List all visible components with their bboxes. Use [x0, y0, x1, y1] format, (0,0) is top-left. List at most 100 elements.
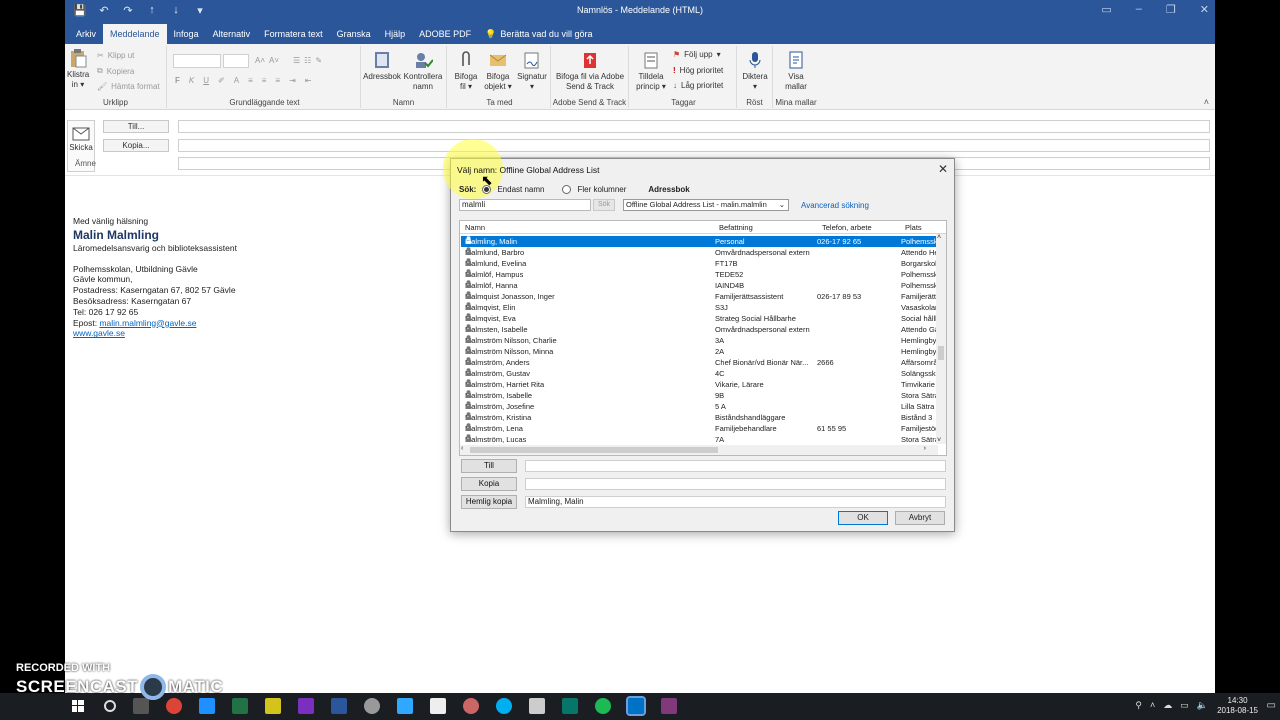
- scroll-right-icon[interactable]: ›: [924, 445, 926, 452]
- search-input[interactable]: malmli: [459, 199, 591, 211]
- list-item[interactable]: Malmlund, Evelina FT17B Borgarskolan: [461, 258, 936, 269]
- paste-button[interactable]: Klistra in ▾: [67, 48, 89, 90]
- cloud-icon[interactable]: ☁: [1163, 700, 1172, 711]
- chevron-up-icon[interactable]: ˄: [1150, 700, 1155, 711]
- dialog-cc-field[interactable]: [525, 478, 946, 490]
- close-icon[interactable]: ✕: [1200, 3, 1209, 16]
- vertical-scrollbar[interactable]: ˄ ˅: [936, 234, 946, 444]
- bullets-icon[interactable]: ☰: [293, 56, 300, 65]
- scroll-up-icon[interactable]: ˄: [937, 234, 941, 241]
- numbering-icon[interactable]: ☷: [304, 56, 311, 65]
- advanced-search-link[interactable]: Avancerad sökning: [801, 201, 869, 210]
- grow-font-icon[interactable]: A˄: [255, 56, 265, 65]
- underline-button[interactable]: U: [203, 76, 209, 85]
- check-names-button[interactable]: Kontrollera namn: [403, 50, 443, 92]
- copy-button[interactable]: ⧉ Kopiera: [97, 66, 134, 76]
- onenote-2-icon[interactable]: [661, 698, 677, 714]
- spotify-icon[interactable]: [595, 698, 611, 714]
- col-name[interactable]: Namn: [465, 223, 485, 232]
- list-item[interactable]: Malmsten, Isabelle Omvårdnadspersonal ext…: [461, 324, 936, 335]
- notifications-icon[interactable]: ▭: [1267, 700, 1276, 711]
- tab-message[interactable]: Meddelande: [103, 24, 167, 44]
- signature-button[interactable]: Signatur ▾: [515, 50, 549, 92]
- chrome-icon[interactable]: [166, 698, 182, 714]
- windows-start-icon[interactable]: [72, 700, 84, 712]
- adobe-send-track-button[interactable]: Bifoga fil via Adobe Send & Track: [553, 50, 627, 92]
- cut-button[interactable]: ✂ Klipp ut: [97, 51, 134, 60]
- paint-icon[interactable]: [463, 698, 479, 714]
- horizontal-scroll-thumb[interactable]: [470, 447, 718, 453]
- cancel-button[interactable]: Avbryt: [895, 511, 945, 525]
- col-phone[interactable]: Telefon, arbete: [822, 223, 872, 232]
- scroll-left-icon[interactable]: ‹: [461, 445, 463, 452]
- dialog-cc-button[interactable]: Kopia: [461, 477, 517, 491]
- vertical-scroll-thumb[interactable]: [938, 346, 944, 360]
- list-item[interactable]: Malmström, Lena Familjebehandlare 61 55 95…: [461, 423, 936, 434]
- dialog-to-button[interactable]: Till: [461, 459, 517, 473]
- list-item[interactable]: Malmström, Anders Chef Bionär/vd Bionär N…: [461, 357, 936, 368]
- list-item[interactable]: Malmquist Jonasson, Inger Familjerättsass…: [461, 291, 936, 302]
- camera-icon[interactable]: [364, 698, 380, 714]
- align-right-icon[interactable]: ≡: [275, 76, 280, 85]
- shrink-font-icon[interactable]: A˅: [269, 56, 279, 65]
- dialog-bcc-button[interactable]: Hemlig kopia: [461, 495, 517, 509]
- list-item[interactable]: Malmström Nilsson, Minna 2A Hemlingby: [461, 346, 936, 357]
- list-item[interactable]: Malmström, Josefine 5 A Lilla Sätra: [461, 401, 936, 412]
- search-icon[interactable]: [104, 700, 116, 712]
- radio-more-columns[interactable]: [562, 185, 572, 194]
- minimize-icon[interactable]: –: [1136, 3, 1142, 16]
- word-icon[interactable]: [331, 698, 347, 714]
- network-icon[interactable]: ▭: [1180, 700, 1189, 711]
- dialog-close-icon[interactable]: ✕: [938, 162, 948, 176]
- photoshop-icon[interactable]: [397, 698, 413, 714]
- list-item[interactable]: Malmling, Malin Personal 026-17 92 65 Polhe…: [461, 236, 936, 247]
- ok-button[interactable]: OK: [838, 511, 888, 525]
- edge-icon[interactable]: [199, 698, 215, 714]
- search-button[interactable]: Sök: [593, 199, 615, 211]
- list-item[interactable]: Malmström, Isabelle 9B Stora Sätra: [461, 390, 936, 401]
- low-priority-button[interactable]: ↓ Låg prioritet: [673, 81, 723, 90]
- attach-item-button[interactable]: Bifoga objekt ▾: [483, 50, 513, 92]
- outdent-icon[interactable]: ⇤: [305, 76, 312, 85]
- dialog-to-field[interactable]: [525, 460, 946, 472]
- skype-icon[interactable]: [496, 698, 512, 714]
- list-item[interactable]: Malmqvist, Elin S3J Vasaskolan: [461, 302, 936, 313]
- indent-icon[interactable]: ⇥: [289, 76, 296, 85]
- font-family-select[interactable]: [173, 54, 221, 68]
- list-item[interactable]: Malmström Nilsson, Charlie 3A Hemlingby: [461, 335, 936, 346]
- col-place[interactable]: Plats: [905, 223, 922, 232]
- list-item[interactable]: Malmström, Gustav 4C Solängsskolan: [461, 368, 936, 379]
- align-center-icon[interactable]: ≡: [262, 76, 267, 85]
- bold-button[interactable]: F: [175, 76, 180, 85]
- message-body[interactable]: Med vänlig hälsning Malin Malmling Lärom…: [73, 216, 237, 339]
- tab-options[interactable]: Alternativ: [206, 24, 258, 44]
- tab-format-text[interactable]: Formatera text: [257, 24, 330, 44]
- collapse-ribbon-icon[interactable]: ˄: [1204, 97, 1209, 107]
- font-size-select[interactable]: [223, 54, 249, 68]
- tab-review[interactable]: Granska: [330, 24, 378, 44]
- document-icon[interactable]: [430, 698, 446, 714]
- excel-icon[interactable]: [232, 698, 248, 714]
- dialog-bcc-field[interactable]: Malmling, Malin: [525, 496, 946, 508]
- to-button[interactable]: Till...: [103, 120, 169, 133]
- cc-field[interactable]: [178, 139, 1210, 152]
- col-title[interactable]: Befattning: [719, 223, 753, 232]
- onenote-icon[interactable]: [298, 698, 314, 714]
- horizontal-scrollbar[interactable]: ‹ ›: [460, 445, 938, 455]
- italic-button[interactable]: K: [189, 76, 194, 85]
- list-item[interactable]: Malmlund, Barbro Omvårdnadspersonal exter…: [461, 247, 936, 258]
- tab-help[interactable]: Hjälp: [378, 24, 413, 44]
- address-book-select[interactable]: Offline Global Address List - malin.malm…: [623, 199, 789, 211]
- outlook-icon[interactable]: [626, 696, 646, 716]
- to-field[interactable]: [178, 120, 1210, 133]
- ribbon-display-icon[interactable]: ▭: [1101, 3, 1111, 16]
- task-view-icon[interactable]: [133, 698, 149, 714]
- attach-file-button[interactable]: Bifoga fil ▾: [451, 50, 481, 92]
- calculator-icon[interactable]: [529, 698, 545, 714]
- notes-icon[interactable]: [265, 698, 281, 714]
- list-item[interactable]: Malmström, Kristina Biståndshandläggare Bi…: [461, 412, 936, 423]
- list-item[interactable]: Malmlöf, Hanna IAIND4B Polhemsskolan: [461, 280, 936, 291]
- tab-insert[interactable]: Infoga: [167, 24, 206, 44]
- sig-web-link[interactable]: www.gavle.se: [73, 328, 125, 338]
- restore-icon[interactable]: ❐: [1166, 3, 1176, 16]
